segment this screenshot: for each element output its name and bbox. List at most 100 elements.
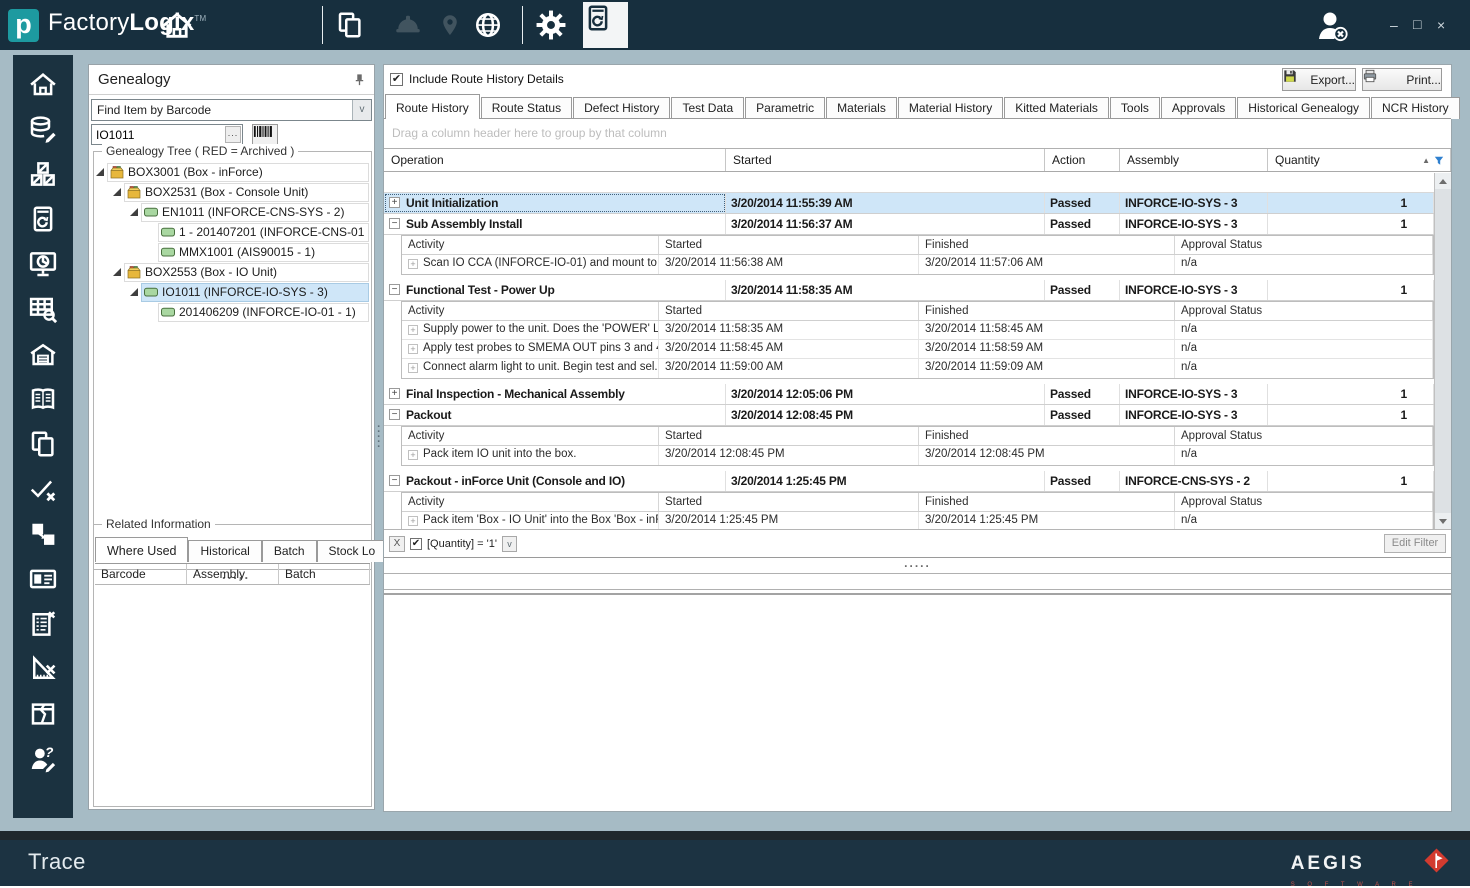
tree-node-en1011-inforce-cn[interactable]: EN1011 (INFORCE-CNS-SYS - 2) — [96, 202, 369, 222]
tree-expander-icon[interactable] — [113, 268, 121, 276]
approve-reject-icon[interactable] — [28, 474, 58, 504]
detail-col-finished[interactable]: Finished — [919, 493, 1175, 511]
tab-ncr-history[interactable]: NCR History — [1371, 97, 1460, 119]
maximize-button[interactable]: □ — [1413, 17, 1421, 31]
route-row-packout-inforce-unit-console-and-io[interactable]: − Packout - inForce Unit (Console and IO)… — [384, 471, 1434, 492]
user-logout-icon[interactable] — [1312, 9, 1352, 43]
filter-dropdown-icon[interactable]: v — [501, 535, 517, 552]
expand-row-icon[interactable]: + — [389, 197, 400, 208]
edit-filter-button[interactable]: Edit Filter — [1384, 534, 1446, 553]
detail-col-approval-status[interactable]: Approval Status — [1175, 427, 1433, 445]
column-header-action[interactable]: Action — [1045, 149, 1120, 171]
activity-row[interactable]: + Apply test probes to SMEMA OUT pins 3 a… — [402, 340, 1433, 359]
detail-col-started[interactable]: Started — [659, 236, 919, 254]
column-header-quantity[interactable]: Quantity ▲ — [1268, 149, 1451, 171]
collapse-row-icon[interactable]: − — [389, 284, 400, 295]
filter-enabled-checkbox[interactable]: ✔ — [410, 537, 422, 550]
pages-copy-icon[interactable] — [334, 10, 366, 40]
detail-col-finished[interactable]: Finished — [919, 427, 1175, 445]
id-card-icon[interactable] — [28, 564, 58, 594]
browse-ellipsis-button[interactable]: ... — [225, 126, 241, 143]
database-edit-icon[interactable] — [28, 114, 58, 144]
warehouse-icon[interactable] — [28, 339, 58, 369]
production-helmet-icon[interactable] — [392, 10, 424, 40]
collapse-row-icon[interactable]: − — [389, 218, 400, 229]
detail-col-approval-status[interactable]: Approval Status — [1175, 493, 1433, 511]
detail-col-finished[interactable]: Finished — [919, 302, 1175, 320]
data-grid-search-icon[interactable] — [28, 294, 58, 324]
tree-node-box2553-box-io[interactable]: BOX2553 (Box - IO Unit) — [96, 262, 369, 282]
tab-route-history[interactable]: Route History — [385, 94, 480, 119]
detail-col-activity[interactable]: Activity — [402, 236, 659, 254]
detail-col-activity[interactable]: Activity — [402, 427, 659, 445]
damaged-package-icon[interactable] — [28, 699, 58, 729]
tree-expander-icon[interactable] — [130, 288, 138, 296]
close-button[interactable]: × — [1437, 18, 1445, 32]
filter-funnel-icon[interactable] — [1434, 155, 1444, 169]
collapse-row-icon[interactable]: − — [389, 475, 400, 486]
related-col-batch[interactable]: Batch — [279, 564, 370, 584]
detail-col-approval-status[interactable]: Approval Status — [1175, 302, 1433, 320]
detail-col-started[interactable]: Started — [659, 302, 919, 320]
expand-row-icon[interactable]: + — [389, 388, 400, 399]
activity-row[interactable]: + Connect alarm light to unit. Begin test… — [402, 359, 1433, 378]
expand-activity-icon[interactable]: + — [408, 516, 418, 526]
activity-row[interactable]: + Supply power to the unit. Does the 'POW… — [402, 321, 1433, 340]
dock-pin-icon[interactable] — [353, 73, 366, 86]
route-row-packout[interactable]: − Packout 3/20/2014 12:08:45 PM Passed INFOR… — [384, 405, 1434, 426]
column-header-assembly[interactable]: Assembly — [1120, 149, 1268, 171]
include-route-history-checkbox[interactable]: ✔ — [390, 72, 403, 86]
tab-route-status[interactable]: Route Status — [480, 97, 573, 119]
activity-row[interactable]: + Pack item IO unit into the box. 3/20/201… — [402, 446, 1433, 465]
trace-module-active-icon[interactable] — [583, 2, 628, 48]
related-tab-stock-lo[interactable]: Stock Lo — [316, 540, 388, 562]
trace-unit-icon[interactable] — [28, 204, 58, 234]
column-header-operation[interactable]: Operation — [384, 149, 726, 171]
related-col-assembly[interactable]: Assembly — [187, 564, 279, 584]
pallet-boxes-icon[interactable] — [28, 159, 58, 189]
measurement-remove-icon[interactable] — [28, 654, 58, 684]
tab-parametric[interactable]: Parametric — [745, 97, 826, 119]
tree-node-box3001-box-inf[interactable]: BOX3001 (Box - inForce) — [96, 162, 369, 182]
column-header-started[interactable]: Started — [726, 149, 1045, 171]
tab-historical-genealogy[interactable]: Historical Genealogy — [1237, 97, 1371, 119]
vertical-splitter-grip[interactable]: · · · · · — [375, 422, 383, 453]
related-tab-where-used[interactable]: Where Used — [95, 537, 189, 562]
print-button[interactable]: Print... — [1362, 68, 1442, 91]
tree-node-mmx1001-ais90015[interactable]: MMX1001 (AIS90015 - 1) — [96, 242, 369, 262]
route-row-final-inspection-mechanical-assembly[interactable]: + Final Inspection - Mechanical Assembly 3… — [384, 384, 1434, 405]
horizontal-splitter-grip[interactable]: ..... — [384, 557, 1451, 572]
expand-activity-icon[interactable]: + — [408, 259, 418, 269]
tab-materials[interactable]: Materials — [826, 97, 897, 119]
route-row-sub-assembly-install[interactable]: − Sub Assembly Install 3/20/2014 11:56:37 … — [384, 214, 1434, 235]
scroll-up-icon[interactable] — [1435, 173, 1451, 189]
tab-approvals[interactable]: Approvals — [1160, 97, 1237, 119]
pages-duplicate-icon[interactable] — [28, 429, 58, 459]
checklist-remove-icon[interactable] — [28, 609, 58, 639]
scan-barcode-button[interactable] — [252, 124, 278, 145]
home-nav-icon[interactable] — [28, 69, 58, 99]
tree-expander-icon[interactable] — [96, 168, 104, 176]
detail-col-activity[interactable]: Activity — [402, 302, 659, 320]
route-row-functional-test-power-up[interactable]: − Functional Test - Power Up 3/20/2014 11:… — [384, 280, 1434, 301]
barcode-input[interactable] — [91, 124, 243, 145]
expand-activity-icon[interactable]: + — [408, 344, 418, 354]
tab-kitted-materials[interactable]: Kitted Materials — [1004, 97, 1109, 119]
tree-node-io1011-inforce-io[interactable]: IO1011 (INFORCE-IO-SYS - 3) — [96, 282, 369, 302]
export-button[interactable]: Export... — [1282, 68, 1356, 91]
detail-col-approval-status[interactable]: Approval Status — [1175, 236, 1433, 254]
related-tab-historical[interactable]: Historical — [188, 540, 262, 562]
scroll-down-icon[interactable] — [1435, 513, 1451, 529]
dashboard-monitor-icon[interactable] — [28, 249, 58, 279]
home-icon[interactable] — [160, 8, 194, 42]
documentation-book-icon[interactable] — [28, 384, 58, 414]
operator-query-icon[interactable]: ? — [28, 744, 58, 774]
route-row-unit-initialization[interactable]: + Unit Initialization 3/20/2014 11:55:39 A… — [384, 193, 1434, 214]
activity-row[interactable]: + Pack item 'Box - IO Unit' into the Box … — [402, 512, 1433, 529]
settings-gear-icon[interactable] — [534, 8, 568, 42]
expand-activity-icon[interactable]: + — [408, 450, 418, 460]
tree-node-box2531-box-con[interactable]: BOX2531 (Box - Console Unit) — [96, 182, 369, 202]
related-tab-batch[interactable]: Batch — [261, 540, 317, 562]
globe-icon[interactable] — [472, 10, 504, 40]
tree-node-201406209-inforce[interactable]: 201406209 (INFORCE-IO-01 - 1) — [96, 302, 369, 322]
